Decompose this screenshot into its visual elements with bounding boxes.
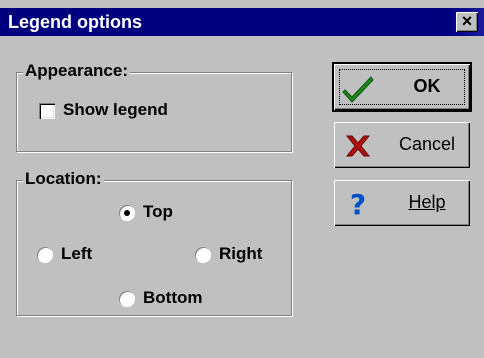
cancel-label: Cancel [398,134,456,154]
help-label: Help [408,192,446,212]
dialog-title: Legend options [8,12,142,32]
appearance-group-label: Appearance: [23,61,130,81]
ok-label: OK [413,76,441,96]
close-icon: × [461,11,473,31]
radio-top-label[interactable]: Top [143,202,173,222]
cancel-x-icon [345,135,371,157]
cancel-button[interactable]: Cancel [334,122,470,168]
show-legend-label[interactable]: Show legend [63,100,168,120]
radio-bottom[interactable] [119,291,135,307]
show-legend-checkbox[interactable] [39,103,55,119]
ok-button[interactable]: OK [332,62,472,112]
radio-top[interactable] [119,205,135,221]
radio-left-label[interactable]: Left [61,244,92,264]
radio-bottom-label[interactable]: Bottom [143,288,202,308]
radio-right[interactable] [195,247,211,263]
close-button[interactable]: × [456,12,478,32]
title-bar: Legend options × [0,8,484,36]
question-mark-icon: ? [350,188,366,220]
checkmark-icon [342,76,374,103]
radio-right-label[interactable]: Right [219,244,262,264]
svg-text:?: ? [350,188,366,220]
radio-left[interactable] [37,247,53,263]
location-group: Location: Top Left Right Bottom [16,169,292,316]
appearance-group: Appearance: Show legend [16,61,292,152]
help-button[interactable]: ? Help [334,180,470,226]
legend-options-dialog: Legend options × Appearance: Show legend… [0,0,484,358]
location-group-label: Location: [23,169,104,189]
